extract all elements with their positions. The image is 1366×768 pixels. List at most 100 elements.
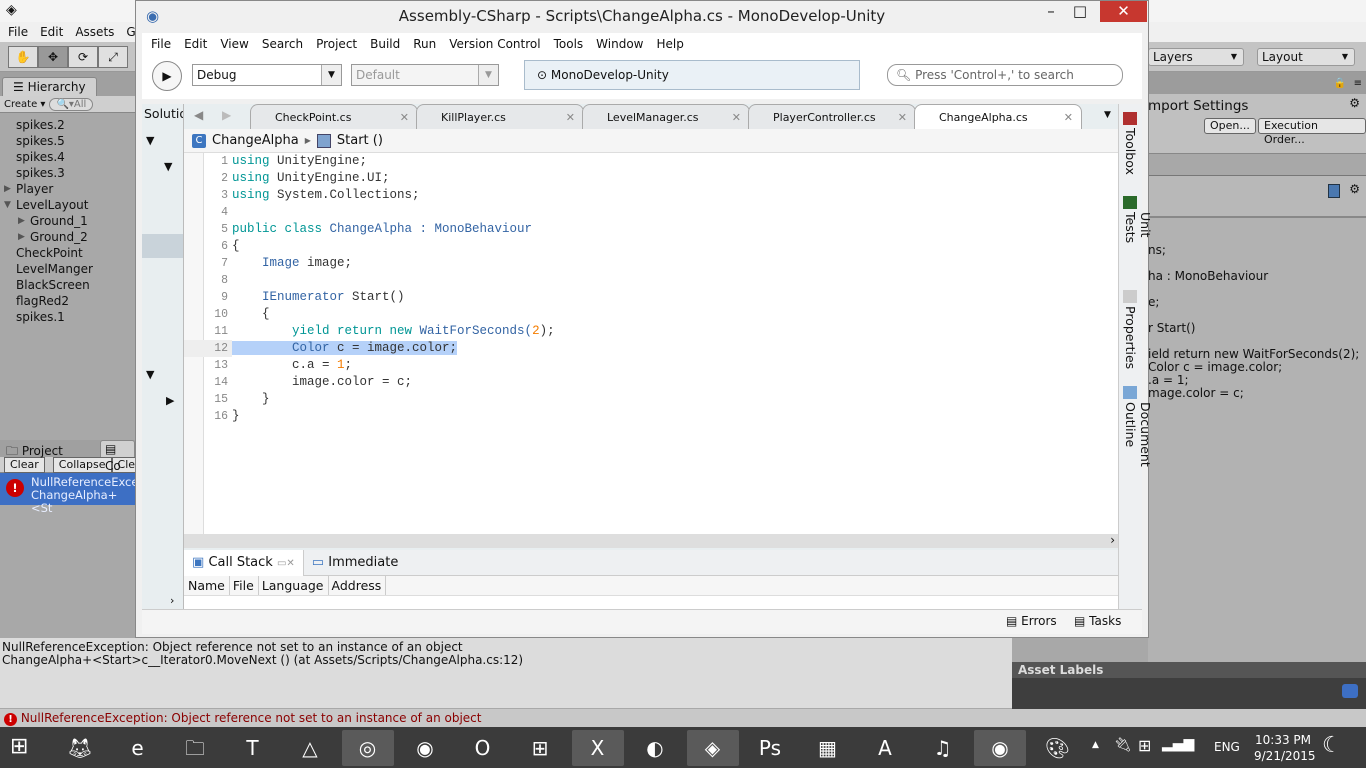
quiet-hours-moon-icon[interactable]: ☾ <box>1322 733 1342 758</box>
search-input[interactable]: 🔍︎ Press 'Control+,' to search <box>887 64 1123 86</box>
tab-levelmanager[interactable]: LevelManager.cs ✕ <box>582 104 750 129</box>
errors-button[interactable]: ▤ Errors <box>1006 614 1057 628</box>
google-drive-icon[interactable]: △ <box>284 730 336 766</box>
menu-search[interactable]: Search <box>262 37 303 51</box>
unity-menu-file[interactable]: File <box>8 25 28 39</box>
layers-dropdown[interactable]: Layers ▼ <box>1148 48 1244 66</box>
collapse-arrow-icon[interactable]: ▼ <box>4 197 11 213</box>
breadcrumb-class[interactable]: ChangeAlpha <box>212 133 299 148</box>
hierarchy-item[interactable]: spikes.5 <box>0 133 135 149</box>
scroll-right-arrow[interactable]: › <box>1110 533 1115 547</box>
close-tab-icon[interactable]: ✕ <box>898 105 907 130</box>
unity-menu-assets[interactable]: Assets <box>75 25 114 39</box>
tab-project[interactable]: 🗀 Project <box>6 442 63 463</box>
excel-icon[interactable]: X <box>571 730 624 766</box>
tab-checkpoint[interactable]: CheckPoint.cs ✕ <box>250 104 418 129</box>
rotate-icon[interactable]: ⟳ <box>68 46 98 68</box>
hierarchy-item[interactable]: ▶ Ground_1 <box>0 213 135 229</box>
unity-icon[interactable]: ◈ <box>686 730 739 766</box>
close-tab-icon[interactable]: ✕ <box>1064 105 1073 130</box>
close-tab-icon[interactable]: ✕ <box>566 105 575 130</box>
close-tab-icon[interactable]: ✕ <box>400 105 409 130</box>
menu-edit[interactable]: Edit <box>184 37 207 51</box>
monodevelop-icon[interactable]: ◉ <box>974 730 1026 766</box>
power-icon[interactable]: 🔌︎ <box>1114 737 1132 753</box>
pad-toolbox[interactable]: Toolbox <box>1119 112 1138 175</box>
hierarchy-item[interactable]: spikes.4 <box>0 149 135 165</box>
chrome-icon[interactable]: ◎ <box>341 730 394 766</box>
platform-dropdown[interactable]: Default ▼ <box>351 64 499 86</box>
tree-expander[interactable]: ▶ <box>166 394 174 407</box>
file-explorer-icon[interactable]: 🗀 <box>169 730 221 766</box>
firefox-dev-icon[interactable]: ◉ <box>399 730 451 766</box>
expand-arrow-icon[interactable]: ▶ <box>18 213 25 229</box>
maximize-button[interactable]: □ <box>1067 1 1093 21</box>
firefox-icon[interactable]: 🦊︎ <box>54 730 106 766</box>
column-header-file[interactable]: File <box>233 576 259 595</box>
solution-hscroll-arrow[interactable]: › <box>170 594 174 607</box>
tab-console[interactable]: ▤ Co <box>100 440 135 473</box>
menu-build[interactable]: Build <box>370 37 400 51</box>
pad-unit-tests[interactable]: Unit Tests <box>1119 196 1153 243</box>
tree-expander[interactable]: ▼ <box>146 134 154 147</box>
panel-menu-icon[interactable]: ≡ <box>1354 78 1362 89</box>
menu-project[interactable]: Project <box>316 37 357 51</box>
show-hidden-icons[interactable]: ▲ <box>1092 740 1099 750</box>
menu-tools[interactable]: Tools <box>554 37 584 51</box>
lock-icon[interactable]: 🔒 <box>1334 78 1346 89</box>
store-icon[interactable]: ⊞ <box>514 730 566 766</box>
scale-icon[interactable]: ⤢ <box>98 46 128 68</box>
opera-icon[interactable]: O <box>457 730 509 766</box>
column-header-address[interactable]: Address <box>332 576 387 595</box>
acrobat-icon[interactable]: A <box>859 730 911 766</box>
t-app-icon[interactable]: T <box>227 730 279 766</box>
unity-menu-edit[interactable]: Edit <box>40 25 63 39</box>
gear-icon[interactable]: ⚙ <box>1349 182 1360 196</box>
column-header-name[interactable]: Name <box>188 576 230 595</box>
pad-document-outline[interactable]: Document Outline <box>1119 386 1153 467</box>
photoshop-icon[interactable]: Ps <box>744 730 796 766</box>
app-icon[interactable]: ◐ <box>629 730 681 766</box>
hierarchy-item[interactable]: BlackScreen <box>0 277 135 293</box>
column-header-language[interactable]: Language <box>262 576 329 595</box>
tab-hierarchy[interactable]: ☰ Hierarchy <box>2 77 97 96</box>
hand-icon[interactable]: ✋ <box>8 46 38 68</box>
hierarchy-item[interactable]: spikes.3 <box>0 165 135 181</box>
tab-call-stack[interactable]: ▣ Call Stack ▭✕ <box>184 549 304 576</box>
hierarchy-item[interactable]: LevelManger <box>0 261 135 277</box>
solution-pad-title[interactable]: Solutio <box>142 104 183 123</box>
open-button[interactable]: Open... <box>1204 118 1256 134</box>
internet-explorer-icon[interactable]: e <box>112 730 164 766</box>
hierarchy-item[interactable]: ▶ Player <box>0 181 135 197</box>
execution-order-button[interactable]: Execution Order... <box>1258 118 1366 146</box>
minimize-button[interactable]: – <box>1038 1 1064 21</box>
horizontal-scrollbar[interactable]: › <box>184 533 1119 548</box>
hierarchy-item[interactable]: ▼ LevelLayout <box>0 197 135 213</box>
tree-expander[interactable]: ▼ <box>164 160 172 173</box>
tag-icon[interactable] <box>1342 684 1358 698</box>
action-center-icon[interactable]: ⊞ <box>1138 736 1151 755</box>
tab-immediate[interactable]: ▭ Immediate <box>304 555 407 570</box>
code-editor[interactable]: 1 using UnityEngine; 2 using UnityEngine.UI… <box>184 153 1119 534</box>
tree-expander[interactable]: ▼ <box>146 368 154 381</box>
menu-run[interactable]: Run <box>413 37 436 51</box>
expand-arrow-icon[interactable]: ▶ <box>4 181 11 197</box>
pad-minimize-icon[interactable]: ▭✕ <box>277 558 295 569</box>
gear-icon[interactable]: ⚙ <box>1349 96 1360 110</box>
close-button[interactable]: ✕ <box>1100 1 1147 22</box>
close-tab-icon[interactable]: ✕ <box>732 105 741 130</box>
hierarchy-item[interactable]: ▶ Ground_2 <box>0 229 135 245</box>
tab-killplayer[interactable]: KillPlayer.cs ✕ <box>416 104 584 129</box>
tab-back-button[interactable]: ◀ <box>194 108 203 122</box>
tab-changealpha[interactable]: ChangeAlpha.cs ✕ <box>914 104 1082 129</box>
help-book-icon[interactable] <box>1328 184 1340 198</box>
menu-help[interactable]: Help <box>656 37 683 51</box>
app2-icon[interactable]: ▦ <box>802 730 854 766</box>
volume-icon[interactable]: 🔈︎ <box>1188 736 1196 752</box>
tab-playercontroller[interactable]: PlayerController.cs ✕ <box>748 104 916 129</box>
hierarchy-search[interactable]: 🔍▾All <box>49 97 94 111</box>
breadcrumb-method[interactable]: Start () <box>337 133 383 148</box>
clock[interactable]: 10:33 PM 9/21/2015 <box>1254 732 1316 764</box>
itunes-icon[interactable]: ♫ <box>917 730 969 766</box>
create-dropdown[interactable]: Create ▾ <box>4 99 45 110</box>
